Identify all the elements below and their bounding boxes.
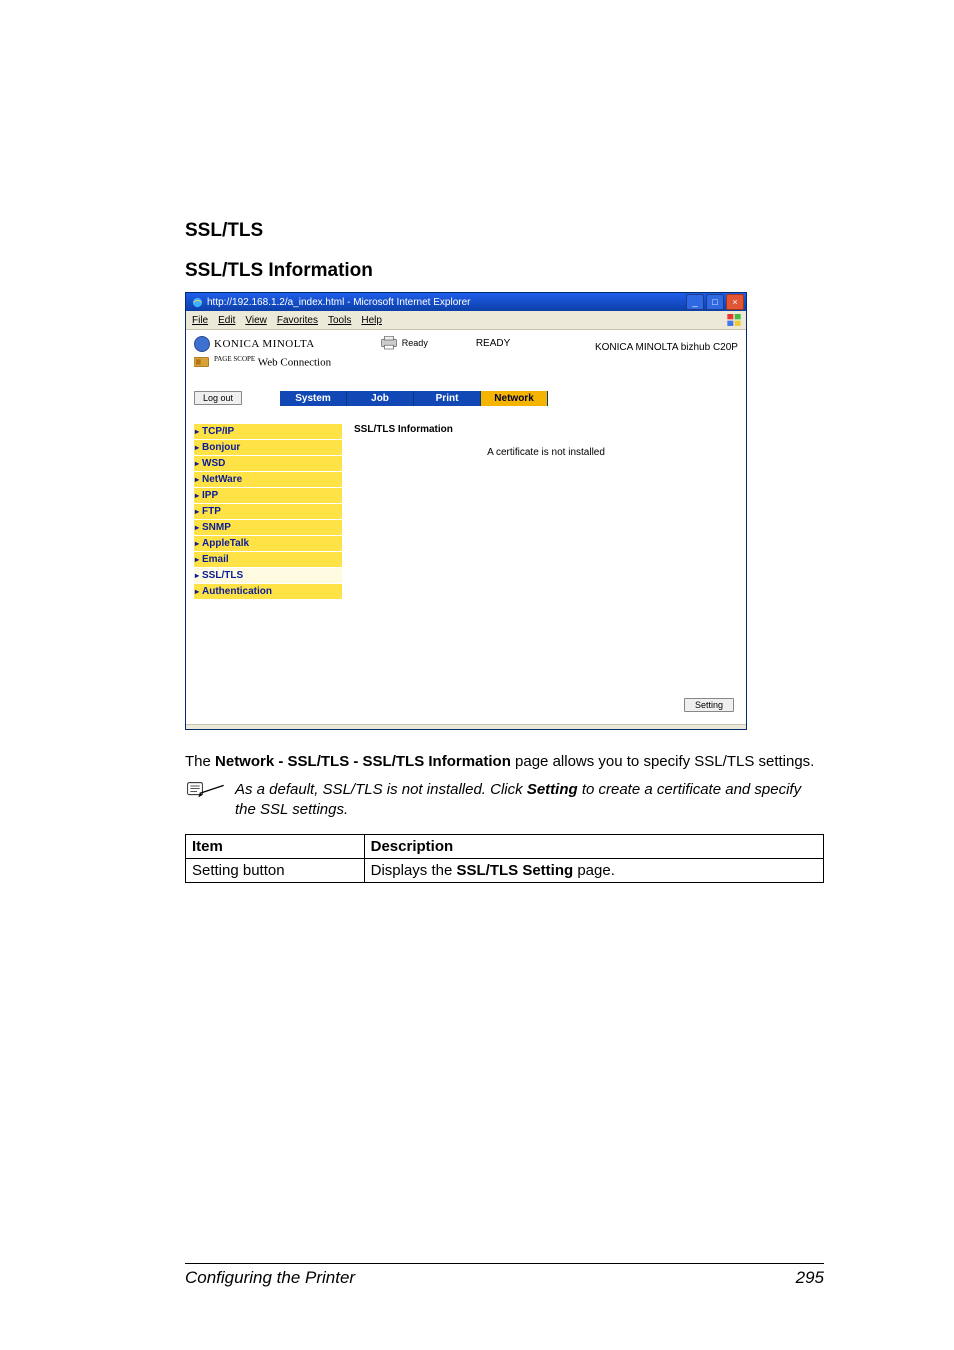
- sidebar-item-netware[interactable]: NetWare: [194, 472, 342, 488]
- maximize-button[interactable]: □: [706, 294, 724, 310]
- sidebar-item-email[interactable]: Email: [194, 552, 342, 568]
- panel-message: A certificate is not installed: [354, 447, 738, 458]
- table-row: Setting button Displays the SSL/TLS Sett…: [186, 859, 824, 883]
- printer-icon: [380, 336, 398, 350]
- footer-page-number: 295: [796, 1268, 824, 1288]
- table-header-item: Item: [186, 835, 365, 859]
- sidebar-item-snmp[interactable]: SNMP: [194, 520, 342, 536]
- sidebar-item-bonjour[interactable]: Bonjour: [194, 440, 342, 456]
- heading-ssl-tls-information: SSL/TLS Information: [185, 260, 824, 282]
- menu-edit[interactable]: Edit: [218, 315, 235, 326]
- tab-job[interactable]: Job: [347, 391, 414, 406]
- browser-window: http://192.168.1.2/a_index.html - Micros…: [185, 292, 747, 730]
- minimize-button[interactable]: _: [686, 294, 704, 310]
- footer-title: Configuring the Printer: [185, 1268, 355, 1288]
- body-paragraph: The Network - SSL/TLS - SSL/TLS Informat…: [185, 752, 824, 772]
- note-row: As a default, SSL/TLS is not installed. …: [185, 780, 824, 821]
- table-cell-description: Displays the SSL/TLS Setting page.: [364, 859, 823, 883]
- sidebar-item-appletalk[interactable]: AppleTalk: [194, 536, 342, 552]
- tab-bar: System Job Print Network: [280, 391, 548, 406]
- main-panel: SSL/TLS Information A certificate is not…: [354, 424, 738, 600]
- web-connection-label: PAGE SCOPE Web Connection: [214, 355, 331, 369]
- model-label: KONICA MINOLTA bizhub C20P: [595, 342, 738, 353]
- tab-system[interactable]: System: [280, 391, 347, 406]
- sidebar-item-ssltls[interactable]: SSL/TLS: [194, 568, 342, 584]
- window-title: http://192.168.1.2/a_index.html - Micros…: [207, 297, 470, 308]
- tab-network[interactable]: Network: [481, 391, 548, 406]
- menu-help[interactable]: Help: [361, 315, 382, 326]
- page-footer: Configuring the Printer 295: [185, 1263, 824, 1288]
- sidebar: TCP/IP Bonjour WSD NetWare IPP FTP SNMP …: [194, 424, 342, 600]
- sidebar-item-authentication[interactable]: Authentication: [194, 584, 342, 600]
- setting-button[interactable]: Setting: [684, 698, 734, 712]
- menu-file[interactable]: File: [192, 315, 208, 326]
- menu-view[interactable]: View: [245, 315, 267, 326]
- menu-tools[interactable]: Tools: [328, 315, 351, 326]
- close-button[interactable]: ×: [726, 294, 744, 310]
- status-bar: [186, 724, 746, 729]
- table-header-description: Description: [364, 835, 823, 859]
- sidebar-item-ipp[interactable]: IPP: [194, 488, 342, 504]
- logout-button[interactable]: Log out: [194, 391, 242, 405]
- heading-ssl-tls: SSL/TLS: [185, 220, 824, 242]
- ie-icon: [192, 297, 203, 308]
- pagescope-icon: [194, 356, 210, 368]
- panel-title: SSL/TLS Information: [354, 424, 738, 435]
- sidebar-item-tcpip[interactable]: TCP/IP: [194, 424, 342, 440]
- windows-flag-icon: [726, 312, 742, 328]
- title-bar: http://192.168.1.2/a_index.html - Micros…: [186, 293, 746, 311]
- table-cell-item: Setting button: [186, 859, 365, 883]
- note-text: As a default, SSL/TLS is not installed. …: [235, 780, 824, 821]
- tab-print[interactable]: Print: [414, 391, 481, 406]
- note-icon: [185, 780, 225, 800]
- status-ready-big: READY: [476, 338, 510, 349]
- status-ready-label: Ready: [402, 338, 428, 348]
- sidebar-item-ftp[interactable]: FTP: [194, 504, 342, 520]
- brand-logo-icon: [194, 336, 210, 352]
- menu-bar: File Edit View Favorites Tools Help: [186, 311, 746, 330]
- menu-favorites[interactable]: Favorites: [277, 315, 318, 326]
- table-header-row: Item Description: [186, 835, 824, 859]
- sidebar-item-wsd[interactable]: WSD: [194, 456, 342, 472]
- description-table: Item Description Setting button Displays…: [185, 834, 824, 883]
- brand-text: KONICA MINOLTA: [214, 338, 315, 350]
